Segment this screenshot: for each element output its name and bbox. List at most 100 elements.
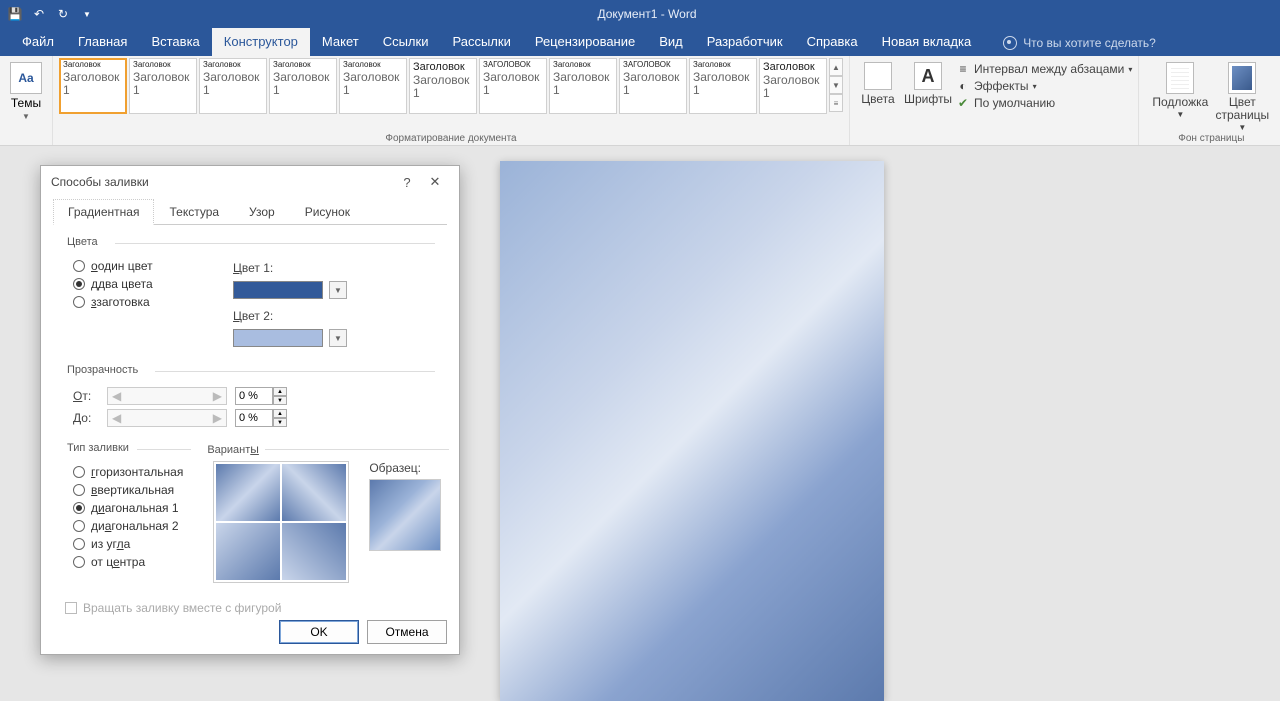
group-doc-formatting: ЗаголовокЗаголовок 1 ЗаголовокЗаголовок … <box>53 56 850 145</box>
quick-access-toolbar: 💾 ↶ ↻ ▼ <box>4 3 98 25</box>
from-spinner[interactable]: ▲▼ <box>235 387 287 405</box>
effects-icon: ◐ <box>956 79 970 93</box>
from-input[interactable] <box>235 387 273 405</box>
sample-label: Образец: <box>369 461 441 475</box>
color1-swatch[interactable] <box>233 281 323 299</box>
check-icon: ✔ <box>956 96 970 110</box>
to-label: До: <box>73 411 99 425</box>
ok-button[interactable]: OK <box>279 620 359 644</box>
tab-review[interactable]: Рецензирование <box>523 28 647 56</box>
gallery-more-icon[interactable]: ≡ <box>829 94 843 112</box>
radio-vertical[interactable]: ввертикальная <box>73 483 183 497</box>
style-set-item[interactable]: ЗаголовокЗаголовок 1 <box>549 58 617 114</box>
dialog-title: Способы заливки <box>51 175 149 189</box>
tab-view[interactable]: Вид <box>647 28 695 56</box>
style-set-item[interactable]: ЗаголовокЗаголовок 1 <box>59 58 127 114</box>
to-input[interactable] <box>235 409 273 427</box>
tab-picture[interactable]: Рисунок <box>290 199 365 225</box>
ribbon-tabs: Файл Главная Вставка Конструктор Макет С… <box>0 28 1280 56</box>
to-slider[interactable]: ◀▶ <box>107 409 227 427</box>
style-set-item[interactable]: ЗАГОЛОВОКЗаголовок 1 <box>479 58 547 114</box>
colors-icon <box>864 62 892 90</box>
fill-type-fieldset: Тип заливки ггоризонтальная ввертикальна… <box>65 449 191 591</box>
tab-layout[interactable]: Макет <box>310 28 371 56</box>
watermark-button[interactable]: Подложка▼ <box>1153 62 1207 133</box>
save-icon[interactable]: 💾 <box>4 3 26 25</box>
style-set-item[interactable]: ЗаголовокЗаголовок 1 <box>199 58 267 114</box>
fill-type-legend: Тип заливки <box>65 442 131 454</box>
titlebar: 💾 ↶ ↻ ▼ Документ1 - Word <box>0 0 1280 28</box>
spin-down-icon[interactable]: ▼ <box>273 396 287 405</box>
transparency-legend: Прозрачность <box>65 364 140 376</box>
style-set-item[interactable]: ЗаголовокЗаголовок 1 <box>689 58 757 114</box>
radio-preset[interactable]: ззаготовка <box>73 295 213 309</box>
paragraph-options: ≡Интервал между абзацами ▾ ◐Эффекты ▾ ✔П… <box>956 58 1132 145</box>
gallery-up-icon[interactable]: ▲ <box>829 58 843 76</box>
spin-down-icon[interactable]: ▼ <box>273 418 287 427</box>
set-default-button[interactable]: ✔По умолчанию <box>956 96 1132 110</box>
tab-mailings[interactable]: Рассылки <box>440 28 522 56</box>
radio-from-center[interactable]: от центра <box>73 555 183 569</box>
color2-dropdown[interactable]: ▼ <box>329 329 347 347</box>
radio-diagonal1[interactable]: диагональная 1 <box>73 501 183 515</box>
tab-texture[interactable]: Текстура <box>154 199 234 225</box>
style-set-item[interactable]: ЗаголовокЗаголовок 1 <box>339 58 407 114</box>
variants-grid <box>213 461 349 583</box>
close-icon[interactable]: ✕ <box>421 168 449 196</box>
tab-pattern[interactable]: Узор <box>234 199 290 225</box>
dialog-body: Цвета оодин цвет ддва цвета ззаготовка Ц… <box>41 225 459 615</box>
radio-diagonal2[interactable]: диагональная 2 <box>73 519 183 533</box>
tab-design[interactable]: Конструктор <box>212 28 310 56</box>
gallery-down-icon[interactable]: ▼ <box>829 76 843 94</box>
group-themes: Aa Темы ▼ <box>0 56 53 145</box>
color1-dropdown[interactable]: ▼ <box>329 281 347 299</box>
style-set-item[interactable]: ЗаголовокЗаголовок 1 <box>129 58 197 114</box>
spacing-icon: ≡ <box>956 62 970 76</box>
dialog-tabs: Градиентная Текстура Узор Рисунок <box>53 198 447 225</box>
help-icon[interactable]: ? <box>393 168 421 196</box>
from-slider[interactable]: ◀▶ <box>107 387 227 405</box>
fill-effects-dialog: Способы заливки ? ✕ Градиентная Текстура… <box>40 165 460 655</box>
from-label: От: <box>73 389 99 403</box>
themes-icon: Aa <box>10 62 42 94</box>
variant-option[interactable] <box>216 523 280 580</box>
radio-two-colors[interactable]: ддва цвета <box>73 277 213 291</box>
spin-up-icon[interactable]: ▲ <box>273 387 287 396</box>
qat-dropdown-icon[interactable]: ▼ <box>76 3 98 25</box>
spin-up-icon[interactable]: ▲ <box>273 409 287 418</box>
page-color-icon <box>1228 62 1256 94</box>
style-set-item[interactable]: ЗАГОЛОВОКЗаголовок 1 <box>619 58 687 114</box>
paragraph-spacing-button[interactable]: ≡Интервал между абзацами ▾ <box>956 62 1132 76</box>
variant-option[interactable] <box>282 464 346 521</box>
tab-home[interactable]: Главная <box>66 28 139 56</box>
tab-gradient[interactable]: Градиентная <box>53 199 154 225</box>
tab-references[interactable]: Ссылки <box>371 28 441 56</box>
undo-icon[interactable]: ↶ <box>28 3 50 25</box>
colors-button[interactable]: Цвета <box>856 58 900 145</box>
style-set-item[interactable]: ЗаголовокЗаголовок 1 <box>269 58 337 114</box>
style-set-item[interactable]: ЗаголовокЗаголовок 1 <box>759 58 827 114</box>
page-color-button[interactable]: Цвет страницы▼ <box>1215 62 1269 133</box>
tab-new[interactable]: Новая вкладка <box>870 28 984 56</box>
radio-one-color[interactable]: оодин цвет <box>73 259 213 273</box>
radio-from-corner[interactable]: из угла <box>73 537 183 551</box>
tell-me-search[interactable]: Что вы хотите сделать? <box>1003 36 1156 56</box>
tab-developer[interactable]: Разработчик <box>695 28 795 56</box>
variant-option[interactable] <box>282 523 346 580</box>
color2-swatch[interactable] <box>233 329 323 347</box>
ribbon: Aa Темы ▼ ЗаголовокЗаголовок 1 Заголовок… <box>0 56 1280 146</box>
tab-file[interactable]: Файл <box>10 28 66 56</box>
cancel-button[interactable]: Отмена <box>367 620 447 644</box>
themes-button[interactable]: Aa Темы ▼ <box>6 58 46 121</box>
to-spinner[interactable]: ▲▼ <box>235 409 287 427</box>
radio-horizontal[interactable]: ггоризонтальная <box>73 465 183 479</box>
effects-button[interactable]: ◐Эффекты ▾ <box>956 79 1132 93</box>
dialog-buttons: OK Отмена <box>279 620 447 644</box>
document-title: Документ1 - Word <box>98 7 1196 21</box>
tab-help[interactable]: Справка <box>795 28 870 56</box>
redo-icon[interactable]: ↻ <box>52 3 74 25</box>
variant-option[interactable] <box>216 464 280 521</box>
style-set-item[interactable]: ЗаголовокЗаголовок 1 <box>409 58 477 114</box>
fonts-button[interactable]: A Шрифты <box>906 58 950 145</box>
tab-insert[interactable]: Вставка <box>139 28 211 56</box>
